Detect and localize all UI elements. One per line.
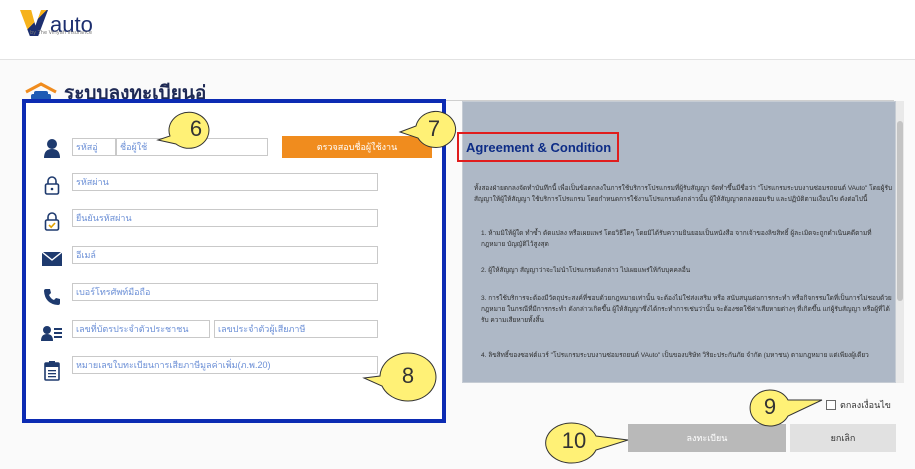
lock-check-icon bbox=[40, 209, 64, 233]
app-window: auto by The Viriyah Insurance ระบบลงทะเบ… bbox=[0, 0, 915, 469]
accept-terms-label[interactable]: ตกลงเงื่อนไข bbox=[840, 398, 891, 412]
password-input[interactable]: รหัสผ่าน bbox=[72, 173, 378, 191]
cancel-button[interactable]: ยกเลิก bbox=[790, 424, 896, 452]
agreement-title: Agreement & Condition bbox=[466, 140, 612, 155]
callout-9-number: 9 bbox=[763, 394, 777, 419]
callout-10-number: 10 bbox=[561, 428, 587, 453]
callout-7-number: 7 bbox=[427, 116, 441, 141]
lock-icon bbox=[40, 173, 64, 197]
tax-id-input[interactable]: เลขประจำตัวผู้เสียภาษี bbox=[214, 320, 378, 338]
agreement-scrollbar[interactable] bbox=[896, 101, 904, 383]
citizen-id-input[interactable]: เลขที่บัตรประจำตัวประชาชน bbox=[72, 320, 210, 338]
agreement-item-3: 3. การใช้บริการจะต้องมีวัตถุประสงค์ที่ชอ… bbox=[481, 295, 892, 324]
logo-subtitle: by The Viriyah Insurance bbox=[30, 30, 93, 36]
agreement-item-2: 2. ผู้ให้สัญญา สัญญาว่าจะไม่นำโปรแกรมดัง… bbox=[481, 267, 691, 274]
callout-9 bbox=[749, 389, 823, 427]
agreement-item-4: 4. ลิขสิทธิ์ของซอฟต์แวร์ "โปรแกรมระบบงาน… bbox=[481, 352, 869, 359]
user-icon bbox=[40, 136, 64, 160]
email-input[interactable]: อีเมล์ bbox=[72, 246, 378, 264]
id-card-icon bbox=[40, 321, 64, 345]
agreement-intro: ทั้งสองฝ่ายตกลงจัดทำบันทึกนี้ เพื่อเป็นข… bbox=[474, 185, 893, 203]
accept-terms-checkbox[interactable] bbox=[826, 400, 836, 410]
top-bar: auto by The Viriyah Insurance bbox=[0, 0, 915, 60]
callout-8-number: 8 bbox=[401, 363, 415, 388]
confirm-password-input[interactable]: ยืนยันรหัสผ่าน bbox=[72, 209, 378, 227]
agreement-title-box: Agreement & Condition bbox=[457, 132, 619, 162]
agreement-item-1: 1. ห้ามมิให้ผู้ใด ทำซ้ำ ดัดแปลง หรือเผยแ… bbox=[481, 230, 872, 248]
scrollbar-thumb[interactable] bbox=[897, 121, 903, 301]
register-button[interactable]: ลงทะเบียน bbox=[628, 424, 786, 452]
mobile-phone-input[interactable]: เบอร์โทรศัพท์มือถือ bbox=[72, 283, 378, 301]
vat-registration-input[interactable]: หมายเลขใบทะเบียนการเสียภาษีมูลค่าเพิ่ม(ภ… bbox=[72, 356, 378, 374]
shop-code-input[interactable]: รหัสอู่ bbox=[72, 138, 116, 156]
envelope-icon bbox=[40, 247, 64, 271]
calendar-document-icon bbox=[40, 359, 64, 383]
callout-6-number: 6 bbox=[189, 116, 203, 141]
accept-terms-row[interactable]: ตกลงเงื่อนไข bbox=[826, 398, 891, 412]
phone-icon bbox=[40, 285, 64, 309]
